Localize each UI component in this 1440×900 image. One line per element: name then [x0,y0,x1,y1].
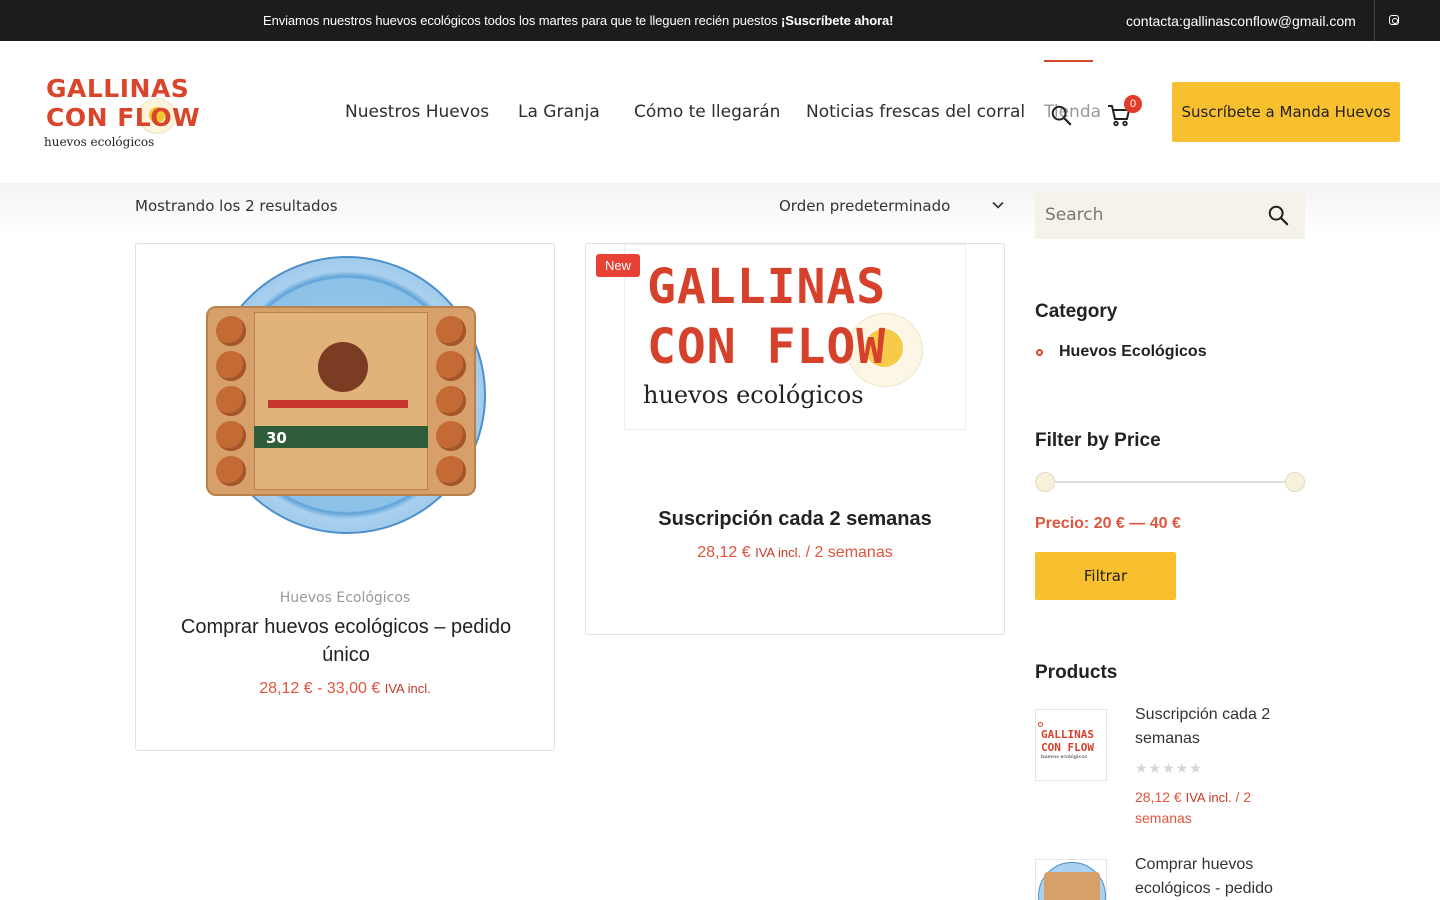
product-title[interactable]: Suscripción cada 2 semanas [586,508,1004,531]
thumb-logo: GALLINAS CON FLOW [1041,728,1094,754]
price-slider-track[interactable] [1045,481,1295,483]
rating-stars: ★★★★★ [1135,760,1203,776]
products-widget-title: Products [1035,662,1117,684]
widget-title-text: Filter by Price [1035,430,1161,451]
price-tax: IVA incl. [755,545,802,560]
category-link[interactable]: Huevos Ecológicos [1059,343,1207,361]
logo-line-2: CON FLOW [647,319,887,375]
new-badge: New [596,254,641,277]
bullet-icon [1036,349,1043,356]
results-count: Mostrando los 2 resultados [135,197,338,215]
product-thumbnail[interactable]: GALLINAS CON FLOW huevos ecológicos [1035,709,1107,781]
price-value: 28,12 € [1135,789,1182,805]
price-tax: IVA incl. [384,681,431,696]
product-card[interactable]: 30 Huevos Ecológicos Comprar huevos ecol… [135,243,555,751]
product-price: 28,12 € IVA incl. / 2 semanas [586,544,1004,562]
product-category[interactable]: Huevos Ecológicos [136,590,554,606]
category-widget-title: Category [1035,301,1117,323]
egg-carton-image[interactable]: 30 [206,306,476,496]
product-price: 28,12 € - 33,00 € IVA incl. [136,680,554,698]
logo-tagline: huevos ecológicos [643,381,864,409]
carton-red-band [268,400,408,408]
cart-count-badge: 0 [1124,95,1142,113]
price-value: 28,12 € [697,544,751,561]
search-icon[interactable] [1267,204,1289,226]
price-slider-min-handle[interactable] [1035,472,1055,492]
nav-item-como-te-llegaran[interactable]: Cómo te llegarán [634,102,780,122]
nav-item-la-granja[interactable]: La Granja [518,102,600,122]
promo-text: Enviamos nuestros huevos ecológicos todo… [263,13,893,28]
instagram-icon[interactable] [1389,15,1399,25]
price-range-label: Precio: 20 € — 40 € [1035,515,1181,532]
search-input[interactable] [1035,191,1255,239]
logo-line-1: GALLINAS [46,74,190,103]
promo-cta-link[interactable]: ¡Suscríbete ahora! [781,13,893,28]
divider [1374,0,1375,41]
logo-tagline: huevos ecológicos [44,135,155,149]
widget-title-text: Category [1035,301,1118,322]
product-thumbnail[interactable] [1035,859,1107,900]
egg-row [436,316,466,486]
product-title[interactable]: Comprar huevos ecológicos – pedido único [166,613,526,669]
sidebar-search [1035,191,1305,239]
filter-button[interactable]: Filtrar [1035,552,1176,600]
chevron-down-icon[interactable] [992,199,1004,211]
thumb-tagline: huevos ecológicos [1041,754,1087,760]
bullet-icon [1038,722,1043,727]
hens-illustration [318,342,368,392]
nav-item-noticias[interactable]: Noticias frescas del corral [806,102,1025,122]
search-icon[interactable] [1050,104,1072,126]
sidebar-product-name[interactable]: Comprar huevos ecológicos - pedido [1135,853,1295,900]
subscribe-button[interactable]: Suscríbete a Manda Huevos [1172,82,1400,142]
widget-title-text: Products [1035,662,1118,683]
egg-row [216,316,246,486]
thumb-logo-line-1: GALLINAS [1041,728,1094,741]
carton-count: 30 [266,429,287,447]
price-period: / 2 semanas [801,544,893,561]
nav-active-indicator [1044,60,1093,62]
price-slider-max-handle[interactable] [1285,472,1305,492]
filter-widget-title: Filter by Price [1035,430,1161,452]
product-card[interactable]: New GALLINAS CON FLOW huevos ecológicos … [585,243,1005,635]
price-tax: IVA incl. [1185,790,1232,805]
promo-message: Enviamos nuestros huevos ecológicos todo… [263,13,778,28]
logo-line-2: CON FLOW [46,103,201,132]
sort-select[interactable]: Orden predeterminado [779,197,950,215]
nav-item-nuestros-huevos[interactable]: Nuestros Huevos [345,102,489,122]
thumb-logo-line-2: CON FLOW [1041,741,1094,754]
egg-carton-image [1044,872,1100,900]
site-logo[interactable]: GALLINAS CON FLOW huevos ecológicos [44,74,204,154]
product-image-logo[interactable]: GALLINAS CON FLOW huevos ecológicos [624,244,966,430]
logo-line-1: GALLINAS [647,259,887,315]
sidebar-product-name[interactable]: Suscripción cada 2 semanas [1135,703,1295,751]
price-value: 28,12 € - 33,00 € [259,680,381,697]
sidebar-product-price: 28,12 € IVA incl. / 2 semanas [1135,787,1285,829]
contact-email[interactable]: contacta:gallinasconflow@gmail.com [1126,13,1356,29]
site-header: GALLINAS CON FLOW huevos ecológicos Nues… [0,41,1440,183]
announcement-bar: Enviamos nuestros huevos ecológicos todo… [0,0,1440,41]
